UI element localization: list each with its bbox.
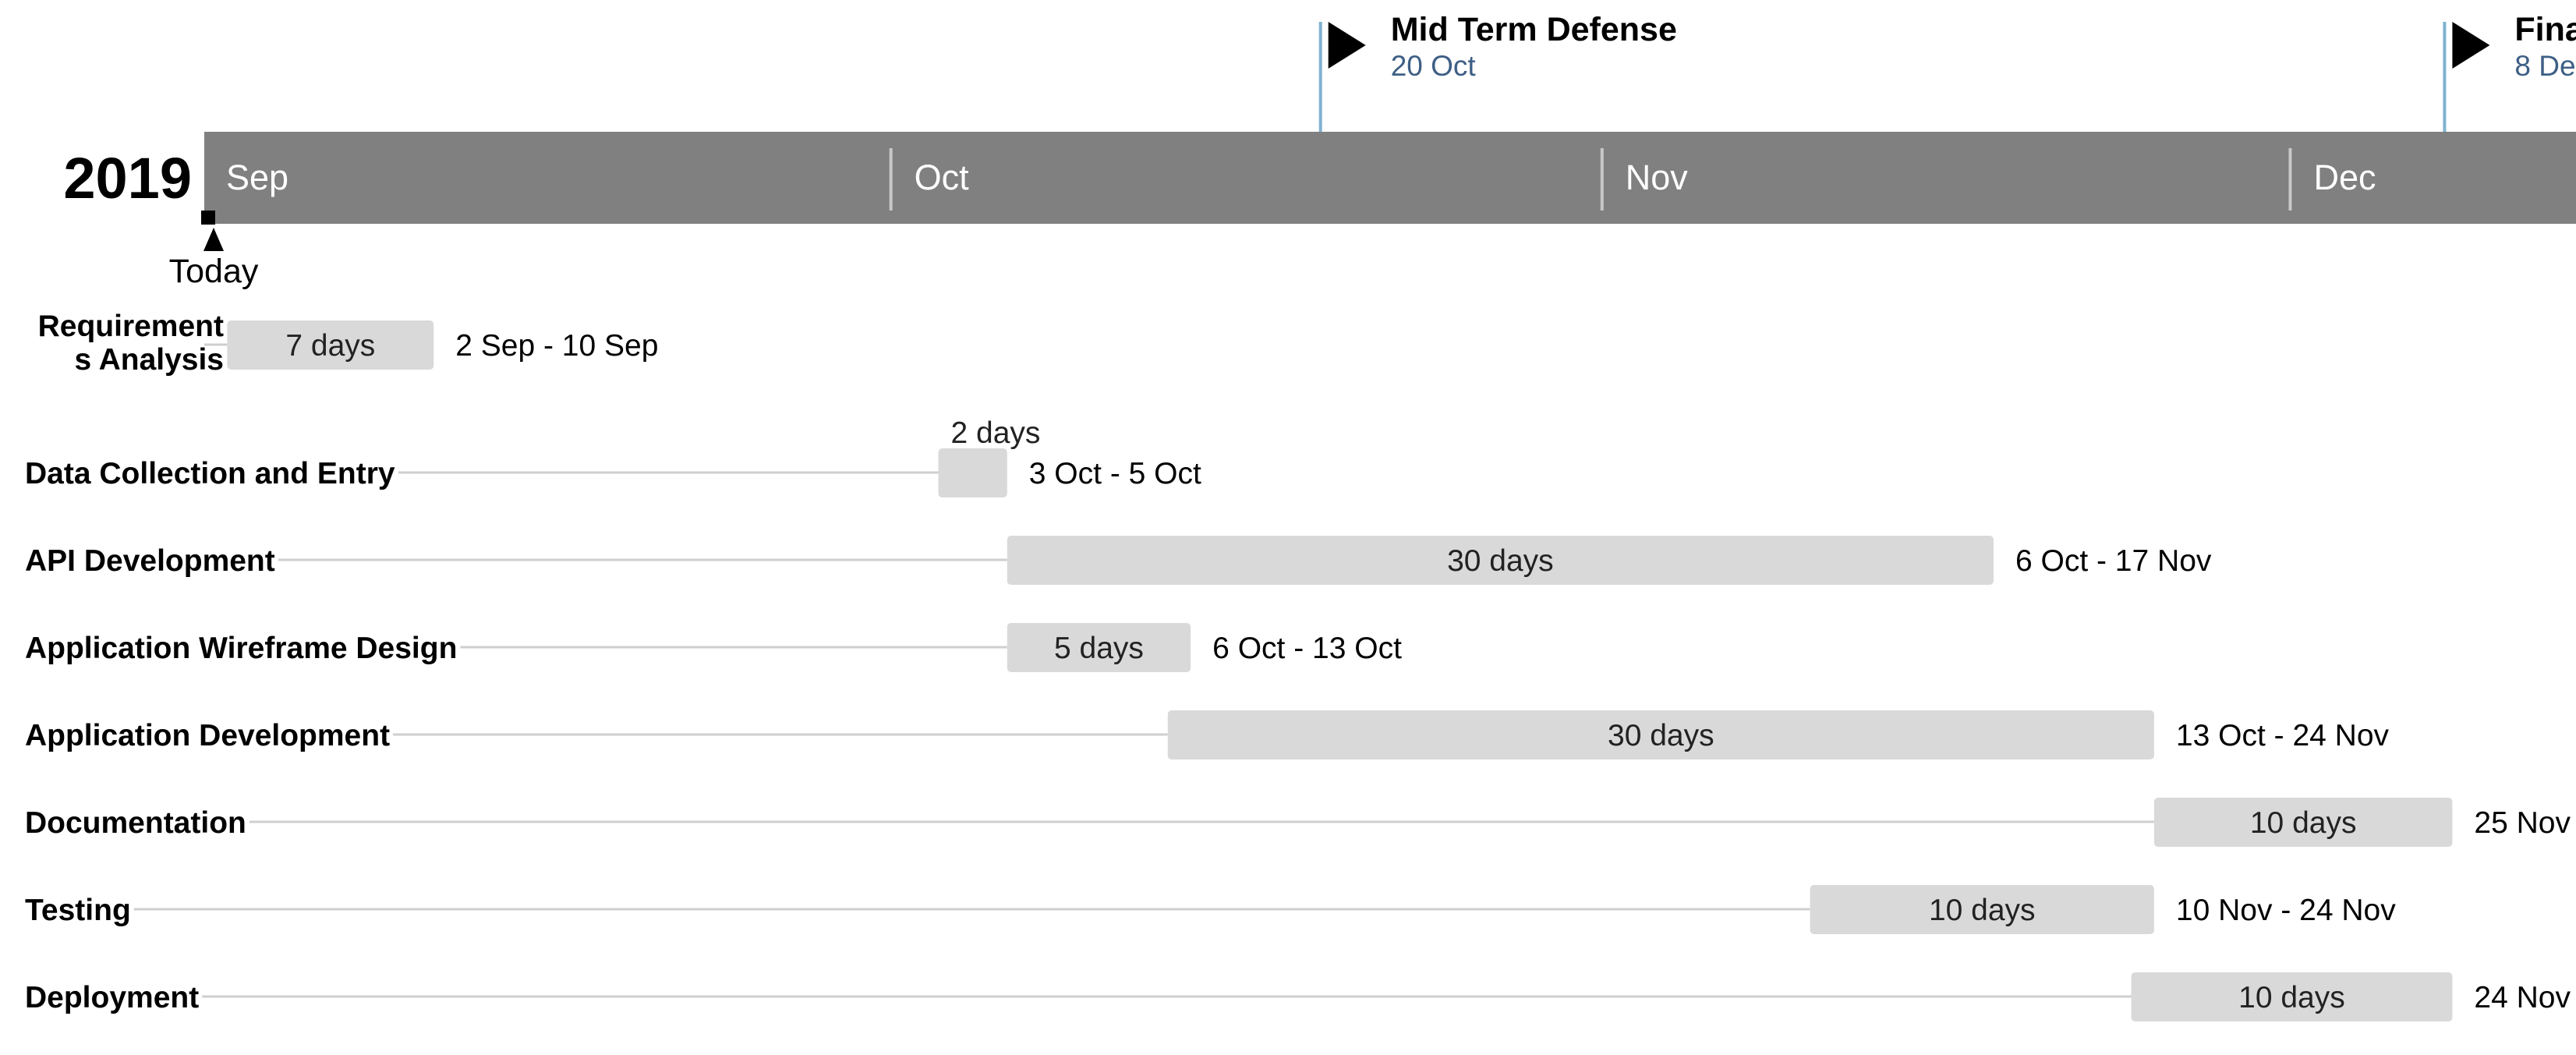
milestone-date: 8 Dec [2514, 50, 2576, 82]
task-name: Requirement [38, 310, 224, 343]
task-date-range: 6 Oct - 17 Nov [2015, 544, 2212, 578]
task-name: Application Development [25, 719, 390, 752]
task-row: Application Wireframe Design 5 days 6 Oc… [25, 623, 1402, 672]
task-row: API Development 30 days 6 Oct - 17 Nov [25, 536, 2212, 585]
milestone-date: 20 Oct [1391, 50, 1477, 82]
task-date-range: 6 Oct - 13 Oct [1212, 632, 1402, 665]
task-row: Testing 10 days 10 Nov - 24 Nov [25, 885, 2396, 934]
task-date-range: 13 Oct - 24 Nov [2176, 719, 2390, 752]
today-arrow-icon [203, 228, 224, 251]
task-row: Deployment 10 days 24 Nov - 7 Dec [25, 972, 2576, 1021]
month-label: Oct [915, 158, 970, 197]
month-label: Nov [1626, 158, 1689, 197]
task-row: Data Collection and Entry 2 days 3 Oct -… [25, 416, 1201, 497]
task-date-range: 3 Oct - 5 Oct [1029, 457, 1201, 490]
task-name: Deployment [25, 981, 199, 1014]
task-name: Data Collection and Entry [25, 457, 395, 490]
task-row: Documentation 10 days 25 Nov - 7 Dec [25, 798, 2576, 847]
task-date-range: 2 Sep - 10 Sep [455, 329, 658, 363]
milestone-title: Final Defense [2514, 11, 2576, 48]
month-label: Dec [2313, 158, 2376, 197]
task-duration: 2 days [951, 416, 1041, 450]
year-label: 2019 [63, 146, 192, 211]
today-label: Today [169, 253, 259, 290]
task-name: Application Wireframe Design [25, 632, 457, 665]
timeline-band [204, 132, 2576, 224]
task-name: API Development [25, 544, 275, 578]
milestone-final: Final Defense 8 Dec [2443, 11, 2576, 132]
task-name: s Analysis [75, 343, 225, 377]
milestone-flag-icon [2452, 22, 2490, 69]
task-row: Application Development 30 days 13 Oct -… [25, 710, 2390, 759]
task-duration: 10 days [2238, 981, 2345, 1014]
task-date-range: 10 Nov - 24 Nov [2176, 894, 2396, 927]
gantt-chart: Mid Term Defense 20 Oct Final Defense 8 … [25, 11, 2576, 1021]
today-square-icon [201, 211, 215, 225]
task-duration: 30 days [1447, 544, 1554, 578]
task-bar [938, 448, 1007, 497]
task-duration: 7 days [285, 329, 375, 363]
task-row: Requirement s Analysis 7 days 2 Sep - 10… [38, 310, 659, 377]
task-name: Documentation [25, 806, 246, 840]
task-duration: 10 days [1929, 894, 2036, 927]
task-date-range: 24 Nov - 7 Dec [2474, 981, 2576, 1014]
milestones: Mid Term Defense 20 Oct Final Defense 8 … [1318, 11, 2576, 132]
task-name: Testing [25, 894, 131, 927]
task-duration: 5 days [1054, 632, 1144, 665]
month-label: Sep [226, 158, 288, 197]
task-list: Requirement s Analysis 7 days 2 Sep - 10… [25, 310, 2576, 1021]
milestone-title: Mid Term Defense [1391, 11, 1677, 48]
timeline-header: 2019 Sep Oct Nov Dec [63, 132, 2576, 224]
milestone-mid-term: Mid Term Defense 20 Oct [1318, 11, 1677, 132]
task-duration: 30 days [1608, 719, 1714, 752]
milestone-flag-icon [1328, 22, 1366, 69]
task-duration: 10 days [2250, 806, 2357, 840]
task-date-range: 25 Nov - 7 Dec [2474, 806, 2576, 840]
